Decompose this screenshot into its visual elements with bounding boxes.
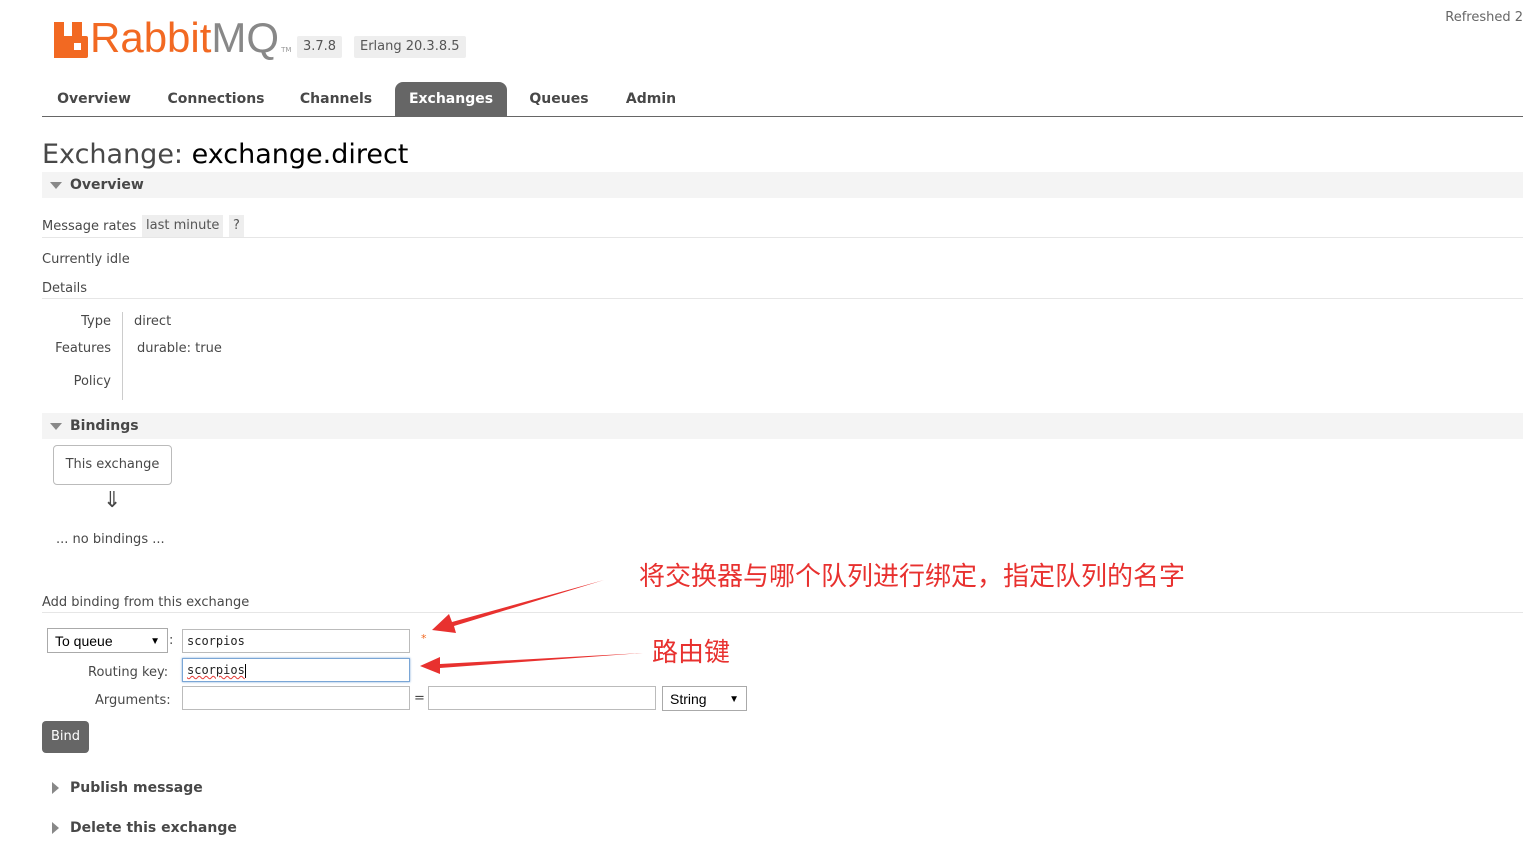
text-cursor: [244, 663, 246, 678]
argument-key-input[interactable]: [182, 686, 410, 710]
tab-channels[interactable]: Channels: [286, 82, 386, 116]
tab-connections[interactable]: Connections: [154, 82, 278, 116]
logo-trademark: TM: [281, 46, 292, 54]
rabbitmq-logo[interactable]: RabbitMQ TM: [54, 14, 292, 61]
details-value-features: durable: true: [137, 341, 222, 356]
dropdown-caret-icon: ▼: [150, 636, 160, 647]
divider: [42, 237, 1523, 238]
main-nav: Overview Connections Channels Exchanges …: [42, 82, 1523, 117]
bindings-section-header[interactable]: Bindings: [42, 413, 1523, 439]
argument-value-input[interactable]: [428, 686, 656, 710]
currently-idle-text: Currently idle: [42, 252, 130, 267]
overview-section-header[interactable]: Overview: [42, 172, 1523, 198]
required-mark: *: [421, 632, 427, 645]
page-title: Exchange: exchange.direct: [42, 139, 409, 170]
message-rates-label: Message rates: [42, 219, 137, 234]
collapse-triangle-icon: [50, 423, 62, 430]
equals-sign: =: [414, 691, 425, 706]
tab-exchanges[interactable]: Exchanges: [395, 82, 507, 116]
details-label: Details: [42, 281, 88, 296]
details-value-type: direct: [134, 314, 172, 329]
this-exchange-box: This exchange: [53, 445, 172, 485]
arguments-label: Arguments:: [95, 693, 171, 708]
details-separator: [122, 312, 123, 400]
divider: [42, 612, 1523, 613]
tab-admin[interactable]: Admin: [612, 82, 690, 116]
routing-key-input[interactable]: scorpios: [182, 658, 410, 682]
destination-type-select[interactable]: To queue ▼: [47, 628, 168, 653]
details-key-policy: Policy: [73, 374, 111, 389]
refreshed-status[interactable]: Refreshed 2: [1445, 10, 1523, 25]
details-key-type: Type: [81, 314, 111, 329]
no-bindings-text: ... no bindings ...: [56, 532, 165, 547]
expand-triangle-icon: [52, 822, 59, 834]
tab-overview[interactable]: Overview: [42, 82, 146, 116]
rate-period-selector[interactable]: last minute: [142, 215, 224, 237]
colon-separator: :: [169, 633, 174, 648]
exchange-name: exchange.direct: [191, 139, 409, 170]
argument-type-select[interactable]: String ▼: [662, 686, 747, 711]
down-arrow-icon: ⇓: [103, 488, 122, 513]
annotation-queue-note: 将交换器与哪个队列进行绑定，指定队列的名字: [639, 562, 1186, 592]
erlang-version-badge: Erlang 20.3.8.5: [354, 36, 466, 58]
tab-queues[interactable]: Queues: [516, 82, 602, 116]
destination-queue-input[interactable]: scorpios: [182, 629, 410, 653]
collapse-triangle-icon: [50, 182, 62, 189]
rabbitmq-logo-icon: [54, 22, 88, 58]
annotation-arrow-queue: [432, 580, 604, 633]
dropdown-caret-icon: ▼: [729, 694, 739, 705]
bind-button[interactable]: Bind: [42, 721, 89, 753]
add-binding-label: Add binding from this exchange: [42, 595, 250, 610]
annotation-arrow-routing-key: [420, 653, 643, 674]
version-badge: 3.7.8: [297, 36, 343, 58]
annotation-routing-note: 路由键: [652, 638, 731, 668]
routing-key-label: Routing key:: [88, 665, 169, 680]
rabbitmq-management-page: RabbitMQ TM 3.7.8 Erlang 20.3.8.5 Refres…: [0, 0, 1523, 843]
help-button[interactable]: ?: [229, 215, 244, 237]
divider: [42, 298, 1523, 299]
details-key-features: Features: [55, 341, 111, 356]
expand-triangle-icon: [52, 782, 59, 794]
logo-wordmark: RabbitMQ: [90, 14, 280, 61]
